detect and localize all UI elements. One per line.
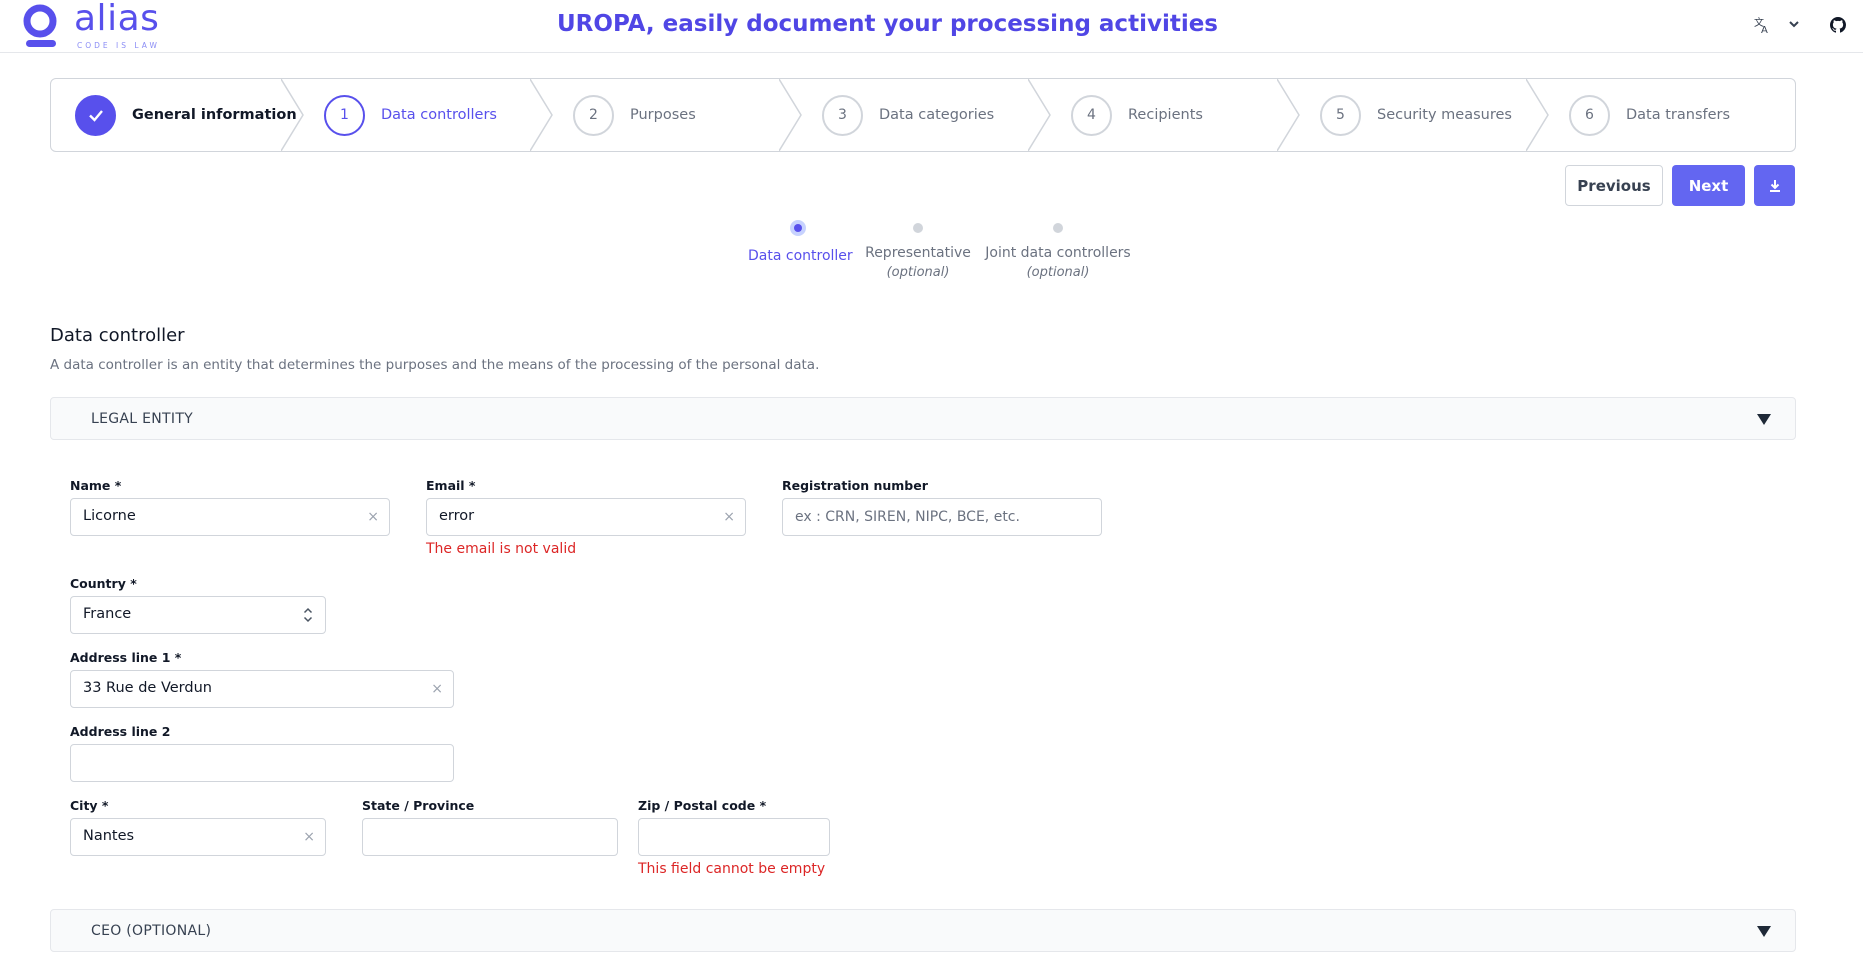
section-title: Data controller xyxy=(50,325,185,346)
caret-down-icon xyxy=(1757,926,1771,937)
substep-label: Representative xyxy=(865,245,971,261)
substep-joint-data-controllers[interactable]: Joint data controllers (optional) xyxy=(980,223,1136,280)
clear-icon[interactable]: × xyxy=(431,681,443,697)
accordion-legal-entity[interactable]: LEGAL ENTITY xyxy=(50,397,1796,440)
substep-optional: (optional) xyxy=(1026,265,1090,280)
substep-data-controller[interactable]: Data controller xyxy=(748,220,853,264)
step-number: 6 xyxy=(1569,94,1610,136)
chevron-down-icon xyxy=(1789,21,1799,28)
substep-dot-active xyxy=(790,220,806,236)
step-data-transfers[interactable]: 6 Data transfers xyxy=(1569,79,1730,151)
step-separator xyxy=(779,79,802,151)
translate-icon: 文A xyxy=(1754,16,1772,38)
country-select[interactable]: France xyxy=(70,596,326,634)
next-button[interactable]: Next xyxy=(1672,165,1745,206)
step-number: 1 xyxy=(324,94,365,136)
step-label: Recipients xyxy=(1128,107,1203,123)
accordion-ceo[interactable]: CEO (OPTIONAL) xyxy=(50,909,1796,952)
step-complete-check xyxy=(75,94,116,136)
step-label: General information xyxy=(132,107,297,123)
step-label: Data transfers xyxy=(1626,107,1731,123)
country-value: France xyxy=(83,606,132,622)
section-description: A data controller is an entity that dete… xyxy=(50,357,820,373)
clear-icon[interactable]: × xyxy=(723,509,735,525)
step-separator xyxy=(1526,79,1549,151)
step-label: Security measures xyxy=(1377,107,1512,123)
substep-dot xyxy=(913,223,923,233)
zip-label: Zip / Postal code * xyxy=(638,798,767,813)
app-title: UROPA, easily document your processing a… xyxy=(557,11,1218,37)
country-label: Country * xyxy=(70,576,137,591)
previous-button[interactable]: Previous xyxy=(1565,165,1663,206)
step-number: 2 xyxy=(573,94,614,136)
email-field[interactable]: error × xyxy=(426,498,746,536)
step-label: Purposes xyxy=(630,107,696,123)
step-number: 3 xyxy=(822,94,863,136)
clear-icon[interactable]: × xyxy=(367,509,379,525)
state-label: State / Province xyxy=(362,798,475,813)
language-selector[interactable]: 文A xyxy=(1754,16,1804,38)
city-label: City * xyxy=(70,798,109,813)
name-label: Name * xyxy=(70,478,122,493)
download-button[interactable] xyxy=(1754,165,1795,206)
step-label: Data categories xyxy=(879,107,995,123)
substep-representative[interactable]: Representative (optional) xyxy=(862,223,974,280)
registration-number-field[interactable]: ex : CRN, SIREN, NIPC, BCE, etc. xyxy=(782,498,1102,536)
substep-dot xyxy=(1053,223,1063,233)
step-separator xyxy=(1277,79,1300,151)
step-separator xyxy=(1028,79,1051,151)
state-province-field[interactable] xyxy=(362,818,618,856)
step-separator xyxy=(530,79,553,151)
name-value: Licorne xyxy=(83,508,136,524)
substep-label: Joint data controllers xyxy=(985,245,1131,261)
address1-label: Address line 1 * xyxy=(70,650,182,665)
zip-error: This field cannot be empty xyxy=(638,861,826,877)
email-value: error xyxy=(439,508,475,524)
registration-placeholder: ex : CRN, SIREN, NIPC, BCE, etc. xyxy=(795,509,1020,525)
name-field[interactable]: Licorne × xyxy=(70,498,390,536)
city-value: Nantes xyxy=(83,828,135,844)
step-number: 4 xyxy=(1071,94,1112,136)
accordion-title: LEGAL ENTITY xyxy=(91,411,194,427)
download-icon xyxy=(1769,179,1780,192)
email-label: Email * xyxy=(426,478,476,493)
caret-down-icon xyxy=(1757,414,1771,425)
step-recipients[interactable]: 4 Recipients xyxy=(1071,79,1203,151)
clear-icon[interactable]: × xyxy=(303,829,315,845)
email-error: The email is not valid xyxy=(426,541,577,557)
address2-label: Address line 2 xyxy=(70,724,171,739)
github-icon[interactable] xyxy=(1830,17,1846,33)
step-general-information[interactable]: General information xyxy=(75,79,297,151)
select-arrows-icon xyxy=(303,607,313,623)
check-icon xyxy=(88,110,103,122)
step-data-controllers[interactable]: 1 Data controllers xyxy=(324,79,497,151)
accordion-title: CEO (OPTIONAL) xyxy=(91,923,212,939)
registration-label: Registration number xyxy=(782,478,928,493)
progress-stepper: General information 1 Data controllers 2… xyxy=(50,78,1796,152)
step-purposes[interactable]: 2 Purposes xyxy=(573,79,696,151)
address-line-2-field[interactable] xyxy=(70,744,454,782)
step-separator xyxy=(281,79,304,151)
substep-optional: (optional) xyxy=(886,265,950,280)
address1-value: 33 Rue de Verdun xyxy=(83,680,212,696)
address-line-1-field[interactable]: 33 Rue de Verdun × xyxy=(70,670,454,708)
zip-postal-code-field[interactable] xyxy=(638,818,830,856)
app-header: alias CODE IS LAW UROPA, easily document… xyxy=(0,0,1863,53)
step-security-measures[interactable]: 5 Security measures xyxy=(1320,79,1512,151)
step-label: Data controllers xyxy=(381,107,497,123)
city-field[interactable]: Nantes × xyxy=(70,818,326,856)
logo-tagline: CODE IS LAW xyxy=(77,41,160,50)
step-data-categories[interactable]: 3 Data categories xyxy=(822,79,994,151)
svg-text:A: A xyxy=(1761,25,1768,34)
step-number: 5 xyxy=(1320,94,1361,136)
substep-label: Data controller xyxy=(748,248,853,264)
